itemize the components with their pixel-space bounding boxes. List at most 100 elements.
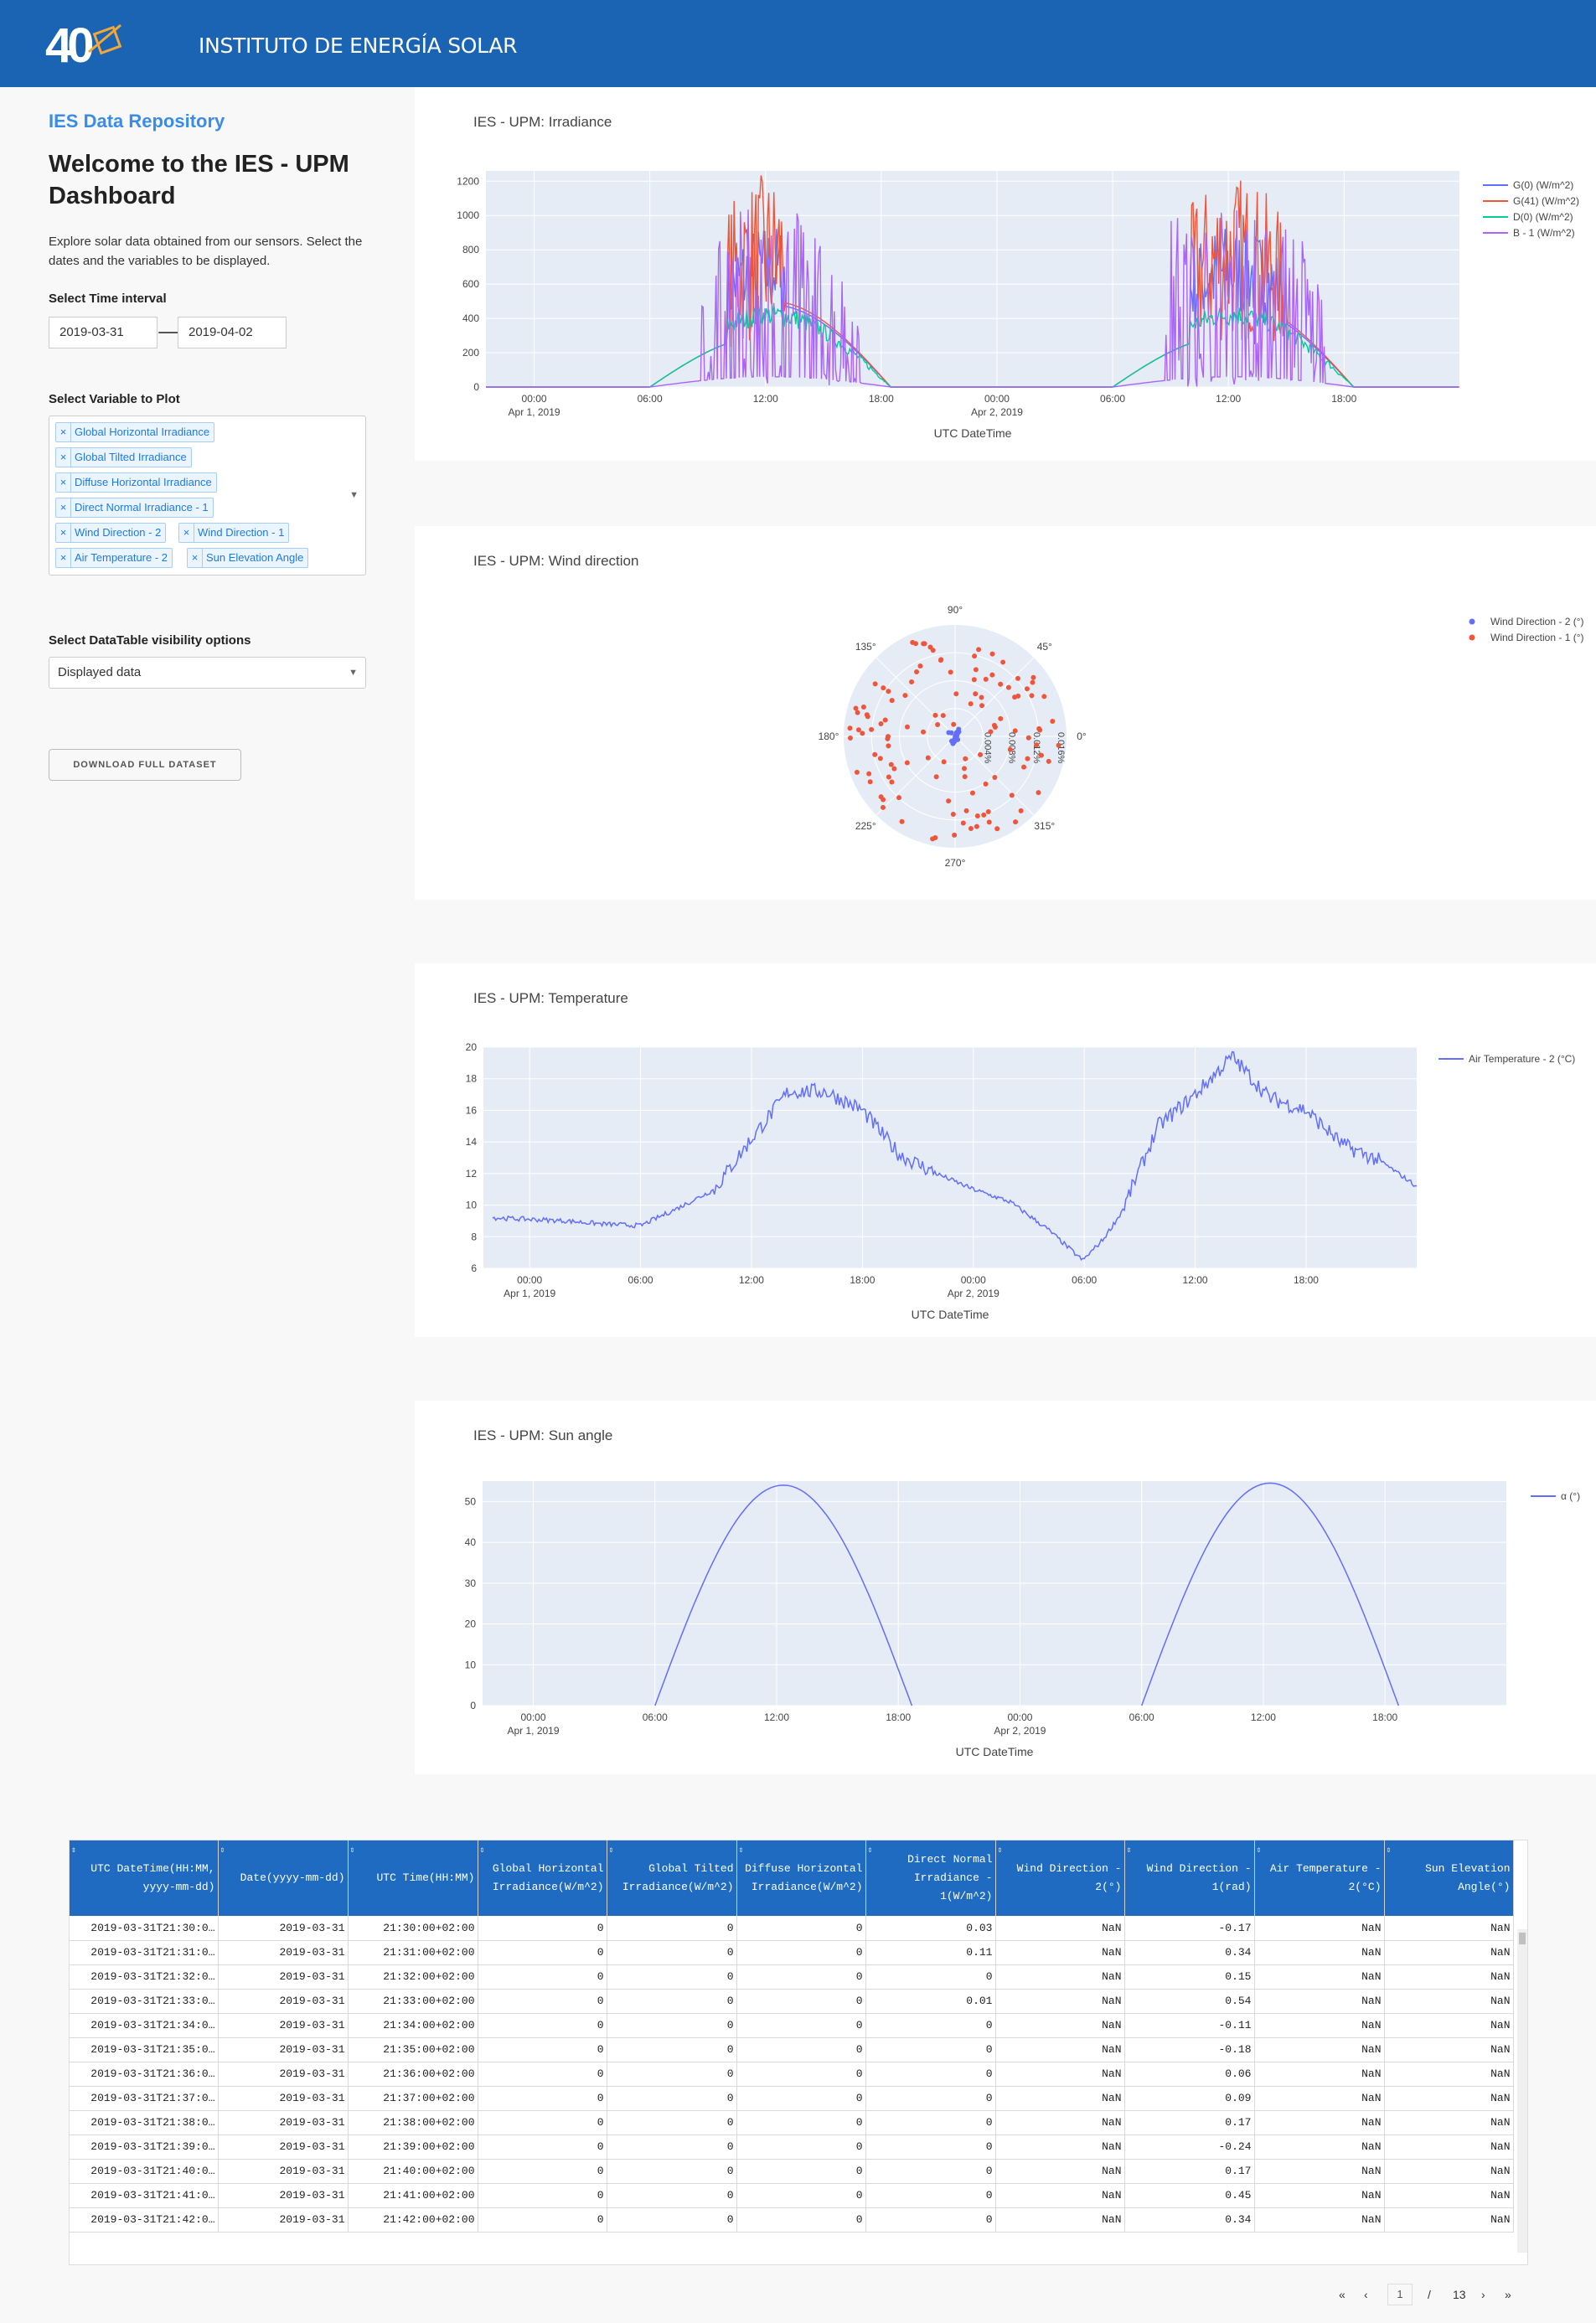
table-cell[interactable]: 0 [865, 2086, 996, 2111]
table-cell[interactable]: 0 [478, 2062, 607, 2087]
table-cell[interactable]: 2019-03-31T21:38:0… [70, 2110, 219, 2135]
table-cell[interactable]: 0.34 [1124, 1940, 1255, 1965]
sort-icon[interactable]: ⇕ [1257, 1842, 1262, 1861]
remove-tag-icon[interactable]: × [56, 448, 71, 467]
table-cell[interactable]: 0 [607, 2062, 737, 2087]
table-cell[interactable]: 0.06 [1124, 2062, 1255, 2087]
table-cell[interactable]: 0 [607, 2183, 737, 2208]
table-cell[interactable]: 2019-03-31 [218, 2037, 349, 2062]
variable-multiselect[interactable]: × Global Horizontal Irradiance × Global Ti… [49, 416, 366, 576]
table-cell[interactable]: 0 [607, 2037, 737, 2062]
table-cell[interactable]: 0 [478, 2207, 607, 2233]
table-row[interactable]: 2019-03-31T21:31:0… 2019-03-31 21:31:00+02… [70, 1940, 1514, 1965]
table-cell[interactable]: 0 [478, 1916, 607, 1941]
table-cell[interactable]: 2019-03-31 [218, 1940, 349, 1965]
table-cell[interactable]: -0.24 [1124, 2135, 1255, 2160]
table-cell[interactable]: NaN [1384, 2183, 1514, 2208]
table-cell[interactable]: NaN [1254, 2135, 1385, 2160]
table-cell[interactable]: 21:32:00+02:00 [348, 1964, 478, 1990]
table-cell[interactable]: 0 [607, 2159, 737, 2184]
table-cell[interactable]: 0 [478, 2135, 607, 2160]
table-cell[interactable]: NaN [1254, 2062, 1385, 2087]
table-cell[interactable]: 0.03 [865, 1916, 996, 1941]
sort-icon[interactable]: ⇕ [350, 1842, 355, 1861]
next-page-button[interactable]: › [1481, 2284, 1485, 2305]
table-cell[interactable]: 21:40:00+02:00 [348, 2159, 478, 2184]
table-cell[interactable]: NaN [1254, 2037, 1385, 2062]
table-cell[interactable]: 21:42:00+02:00 [348, 2207, 478, 2233]
table-cell[interactable]: NaN [995, 1964, 1125, 1990]
table-cell[interactable]: NaN [995, 2207, 1125, 2233]
column-header[interactable]: ⇕ Global Horizontal Irradiance(W/m^2) [478, 1840, 607, 1916]
table-row[interactable]: 2019-03-31T21:35:0… 2019-03-31 21:35:00+02… [70, 2037, 1514, 2062]
column-header[interactable]: ⇕ UTC DateTime(HH:MM, yyyy-mm-dd) [70, 1840, 219, 1916]
repo-title[interactable]: IES Data Repository [49, 111, 225, 132]
table-cell[interactable]: NaN [995, 2037, 1125, 2062]
table-cell[interactable]: NaN [1254, 2183, 1385, 2208]
table-cell[interactable]: NaN [1384, 2037, 1514, 2062]
table-cell[interactable]: 0 [736, 2207, 866, 2233]
table-cell[interactable]: 0 [736, 1940, 866, 1965]
column-header[interactable]: ⇕ Sun Elevation Angle(°) [1384, 1840, 1514, 1916]
irradiance-chart[interactable]: 02004006008001000120000:00Apr 1, 201906:… [415, 87, 1596, 461]
table-cell[interactable]: 0 [736, 2037, 866, 2062]
column-header[interactable]: ⇕ Wind Direction - 2(°) [995, 1840, 1125, 1916]
sort-icon[interactable]: ⇕ [868, 1842, 873, 1861]
table-cell[interactable]: 2019-03-31 [218, 2013, 349, 2038]
table-cell[interactable]: 0.15 [1124, 1964, 1255, 1990]
table-cell[interactable]: 0 [865, 2207, 996, 2233]
table-cell[interactable]: -0.11 [1124, 2013, 1255, 2038]
table-cell[interactable]: 0 [607, 1916, 737, 1941]
table-cell[interactable]: 0 [865, 2110, 996, 2135]
table-cell[interactable]: 0.34 [1124, 2207, 1255, 2233]
table-cell[interactable]: 0 [736, 2159, 866, 2184]
first-page-button[interactable]: « [1339, 2284, 1345, 2305]
download-dataset-button[interactable]: DOWNLOAD FULL DATASET [49, 749, 241, 781]
column-header[interactable]: ⇕ Global Tilted Irradiance(W/m^2) [607, 1840, 737, 1916]
table-cell[interactable]: 0 [865, 2159, 996, 2184]
table-cell[interactable]: NaN [1384, 2159, 1514, 2184]
sort-icon[interactable]: ⇕ [609, 1842, 614, 1861]
table-cell[interactable]: 0 [736, 2086, 866, 2111]
column-header[interactable]: ⇕ Direct Normal Irradiance - 1(W/m^2) [865, 1840, 996, 1916]
table-cell[interactable]: NaN [1254, 2086, 1385, 2111]
sort-icon[interactable]: ⇕ [1387, 1842, 1392, 1861]
table-cell[interactable]: 0 [736, 2135, 866, 2160]
remove-tag-icon[interactable]: × [179, 524, 194, 542]
table-cell[interactable]: 21:38:00+02:00 [348, 2110, 478, 2135]
temperature-chart[interactable]: 6 8 10 12 14 16 18 20 00:00 Apr 1, 2019 06:00 12:00… [415, 963, 1596, 1337]
table-cell[interactable]: 0 [607, 2013, 737, 2038]
table-cell[interactable]: 2019-03-31T21:31:0… [70, 1940, 219, 1965]
start-date-input[interactable]: 2019-03-31 [49, 317, 158, 348]
table-cell[interactable]: 2019-03-31T21:32:0… [70, 1964, 219, 1990]
table-cell[interactable]: NaN [995, 2013, 1125, 2038]
wind-direction-chart[interactable]: 90°45°0°315°270°225°180°135°0.004%0.008%… [415, 526, 1596, 900]
table-cell[interactable]: NaN [1254, 2207, 1385, 2233]
chevron-down-icon[interactable]: ▼ [349, 658, 358, 688]
table-cell[interactable]: 0 [736, 2183, 866, 2208]
table-cell[interactable]: 0.09 [1124, 2086, 1255, 2111]
table-cell[interactable]: NaN [1384, 2062, 1514, 2087]
table-cell[interactable]: 21:35:00+02:00 [348, 2037, 478, 2062]
table-cell[interactable]: 0 [865, 2013, 996, 2038]
remove-tag-icon[interactable]: × [56, 549, 71, 567]
table-cell[interactable]: NaN [995, 1989, 1125, 2014]
chevron-down-icon[interactable]: ▼ [349, 490, 359, 500]
table-cell[interactable]: 21:39:00+02:00 [348, 2135, 478, 2160]
table-cell[interactable]: 2019-03-31T21:30:0… [70, 1916, 219, 1941]
table-cell[interactable]: NaN [1254, 1940, 1385, 1965]
table-cell[interactable]: NaN [1384, 1916, 1514, 1941]
sun-angle-chart[interactable]: 0 10 20 30 40 50 00:00 Apr 1, 2019 06:00 12:00 18:… [415, 1401, 1596, 1774]
table-cell[interactable]: 2019-03-31T21:40:0… [70, 2159, 219, 2184]
remove-tag-icon[interactable]: × [56, 473, 71, 492]
table-cell[interactable]: 2019-03-31T21:42:0… [70, 2207, 219, 2233]
table-cell[interactable]: 0 [478, 2086, 607, 2111]
table-cell[interactable]: 0 [736, 1989, 866, 2014]
table-cell[interactable]: 0.45 [1124, 2183, 1255, 2208]
table-cell[interactable]: 2019-03-31T21:39:0… [70, 2135, 219, 2160]
table-row[interactable]: 2019-03-31T21:32:0… 2019-03-31 21:32:00+02… [70, 1964, 1514, 1990]
table-cell[interactable]: 2019-03-31 [218, 2086, 349, 2111]
table-row[interactable]: 2019-03-31T21:33:0… 2019-03-31 21:33:00+02… [70, 1989, 1514, 2014]
table-cell[interactable]: 2019-03-31 [218, 2062, 349, 2087]
table-cell[interactable]: 0 [478, 2037, 607, 2062]
